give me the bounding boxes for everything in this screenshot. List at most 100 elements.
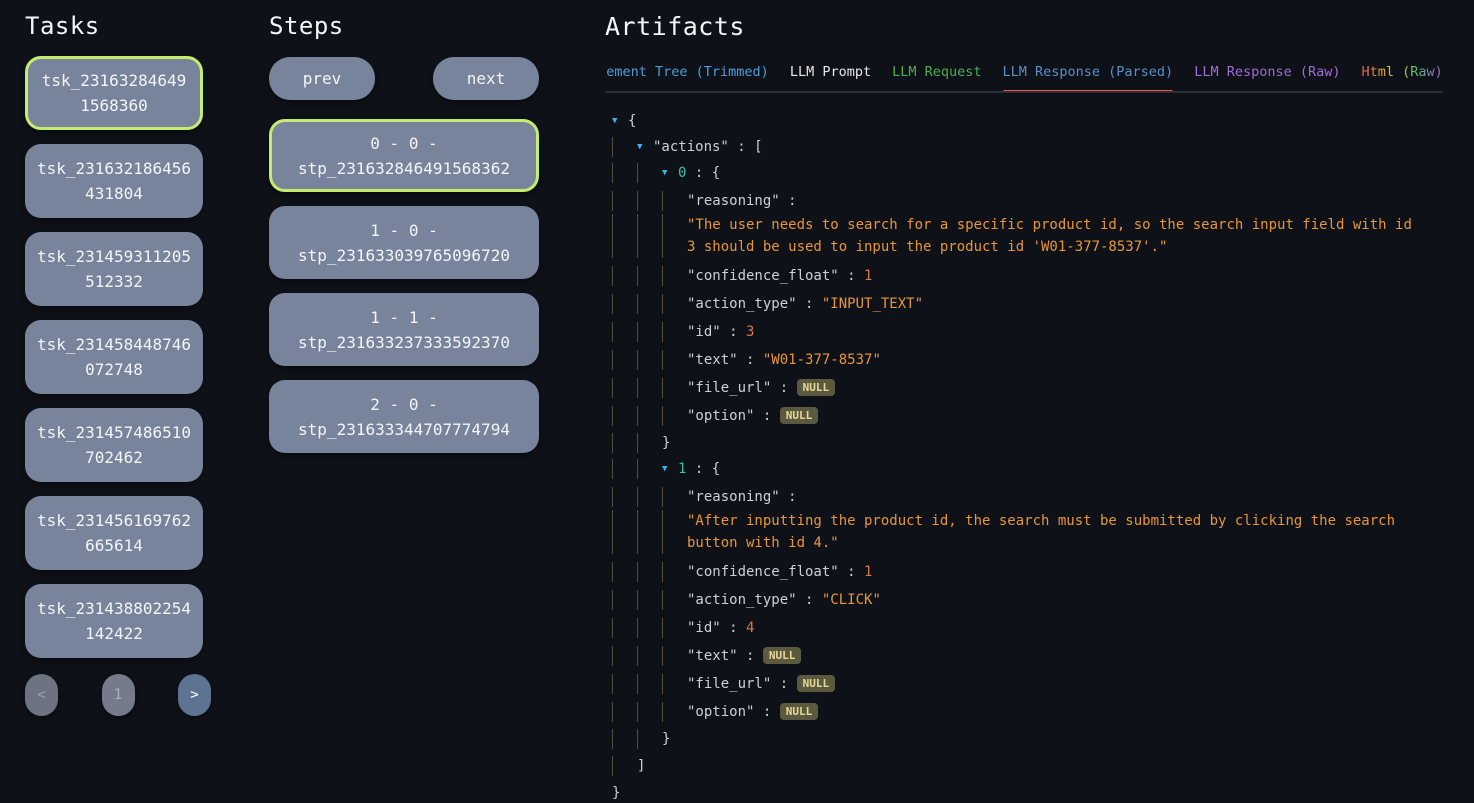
button-label-line: 0 - 0 - xyxy=(370,131,437,156)
indent-guide xyxy=(637,163,662,183)
indent-guide xyxy=(612,756,637,776)
task-button[interactable]: tsk_231457486510702462 xyxy=(25,408,203,482)
indent-guide xyxy=(637,406,662,426)
tree-row: "id" : 4 xyxy=(612,618,1443,638)
indent-guide xyxy=(662,214,687,258)
task-button[interactable]: tsk_231459311205512332 xyxy=(25,232,203,306)
tab-llm-request[interactable]: LLM Request xyxy=(892,64,981,91)
indent-guide xyxy=(612,406,637,426)
button-label-line: 142422 xyxy=(85,621,143,646)
step-button[interactable]: 0 - 0 -stp_231632846491568362 xyxy=(269,119,539,192)
row-content: "option" : NULL xyxy=(687,702,818,722)
tree-row: "file_url" : NULL xyxy=(612,378,1443,398)
row-content: "file_url" : NULL xyxy=(687,378,835,398)
tree-row: } xyxy=(612,433,1443,453)
steps-list: 0 - 0 -stp_231632846491568362 1 - 0 -stp_… xyxy=(269,119,539,453)
row-content: "confidence_float" : 1 xyxy=(687,266,872,286)
button-label-line: tsk_231458448746 xyxy=(37,332,191,357)
tab-html-raw[interactable]: Html (Raw) xyxy=(1362,64,1443,91)
steps-prev-button[interactable]: prev xyxy=(269,57,375,100)
indent-guide xyxy=(662,510,687,554)
json-number: 1 xyxy=(864,564,872,580)
json-punct: } xyxy=(612,785,620,801)
json-punct: : xyxy=(780,193,797,209)
tree-row: "action_type" : "CLICK" xyxy=(612,590,1443,610)
json-key: "action_type" xyxy=(687,296,797,312)
steps-nav: prev next xyxy=(269,57,539,100)
json-key: "option" xyxy=(687,704,754,720)
row-content: "id" : 3 xyxy=(687,322,754,342)
json-null: NULL xyxy=(797,379,836,396)
tree-row: "confidence_float" : 1 xyxy=(612,266,1443,286)
row-content: "action_type" : "CLICK" xyxy=(687,590,881,610)
step-button[interactable]: 1 - 0 -stp_231633039765096720 xyxy=(269,206,539,279)
task-button[interactable]: tsk_231632186456431804 xyxy=(25,144,203,218)
button-label-line: 072748 xyxy=(85,357,143,382)
indent-guide xyxy=(612,646,637,666)
row-content: "confidence_float" : 1 xyxy=(687,562,872,582)
json-key: "text" xyxy=(687,648,738,664)
button-label-line: 1 - 1 - xyxy=(370,305,437,330)
tasks-title: Tasks xyxy=(25,12,203,40)
indent-guide xyxy=(637,729,662,749)
row-content: "actions" : [ xyxy=(653,137,763,157)
pagination-prev-button[interactable]: < xyxy=(25,674,58,716)
json-punct: : xyxy=(754,704,779,720)
indent-guide xyxy=(637,674,662,694)
row-content: "text" : NULL xyxy=(687,646,801,666)
tab-llm-prompt[interactable]: LLM Prompt xyxy=(790,64,871,91)
row-content: 1 : { xyxy=(678,459,720,479)
tab-element-tree-trimmed[interactable]: Element Tree (Trimmed) xyxy=(605,64,769,91)
json-punct: : xyxy=(738,648,763,664)
button-label-line: tsk_231459311205 xyxy=(37,244,191,269)
json-key: "id" xyxy=(687,324,721,340)
json-punct: { xyxy=(628,113,636,129)
collapse-arrow-icon[interactable]: ▼ xyxy=(612,111,628,131)
task-button[interactable]: tsk_231632846491568360 xyxy=(25,56,203,130)
indent-guide xyxy=(637,433,662,453)
indent-guide xyxy=(612,137,637,157)
indent-guide xyxy=(612,214,637,258)
step-button[interactable]: 2 - 0 -stp_231633344707774794 xyxy=(269,380,539,453)
json-punct: : xyxy=(797,592,822,608)
tree-row: "reasoning" : xyxy=(612,191,1443,211)
indent-guide xyxy=(637,294,662,314)
collapse-arrow-icon[interactable]: ▼ xyxy=(662,459,678,479)
json-punct: : { xyxy=(686,461,720,477)
row-content: 0 : { xyxy=(678,163,720,183)
row-content: "option" : NULL xyxy=(687,406,818,426)
indent-guide xyxy=(637,646,662,666)
indent-guide xyxy=(612,350,637,370)
pagination-next-button[interactable]: > xyxy=(178,674,211,716)
task-button[interactable]: tsk_231458448746072748 xyxy=(25,320,203,394)
collapse-arrow-icon[interactable]: ▼ xyxy=(637,137,653,157)
tree-row: "reasoning" : xyxy=(612,487,1443,507)
json-tree-viewer: ▼{▼"actions" : [▼0 : {"reasoning" :"The … xyxy=(605,111,1443,803)
tree-row: "action_type" : "INPUT_TEXT" xyxy=(612,294,1443,314)
tree-row: ▼{ xyxy=(612,111,1443,131)
steps-next-button[interactable]: next xyxy=(433,57,539,100)
tab-llm-response-parsed[interactable]: LLM Response (Parsed) xyxy=(1003,64,1174,91)
pagination-page-1-button[interactable]: 1 xyxy=(102,674,135,716)
json-key: "text" xyxy=(687,352,738,368)
json-string: "INPUT_TEXT" xyxy=(822,296,923,312)
step-button[interactable]: 1 - 1 -stp_231633237333592370 xyxy=(269,293,539,366)
indent-guide xyxy=(662,350,687,370)
button-label-line: 1 - 0 - xyxy=(370,218,437,243)
row-content: "The user needs to search for a specific… xyxy=(687,214,1427,258)
indent-guide xyxy=(612,459,637,479)
indent-guide xyxy=(662,487,687,507)
tree-row: "option" : NULL xyxy=(612,406,1443,426)
task-button[interactable]: tsk_231438802254142422 xyxy=(25,584,203,658)
indent-guide xyxy=(612,510,637,554)
tab-llm-response-raw[interactable]: LLM Response (Raw) xyxy=(1194,64,1340,91)
collapse-arrow-icon[interactable]: ▼ xyxy=(662,163,678,183)
tree-row: "The user needs to search for a specific… xyxy=(612,214,1443,258)
task-button[interactable]: tsk_231456169762665614 xyxy=(25,496,203,570)
tree-row: "file_url" : NULL xyxy=(612,674,1443,694)
indent-guide xyxy=(637,191,662,211)
json-punct: } xyxy=(662,731,670,747)
artifacts-panel: Artifacts Element Tree (Trimmed)LLM Prom… xyxy=(605,10,1443,803)
tasks-pagination: < 1 > xyxy=(25,674,211,716)
json-key: "confidence_float" xyxy=(687,268,839,284)
